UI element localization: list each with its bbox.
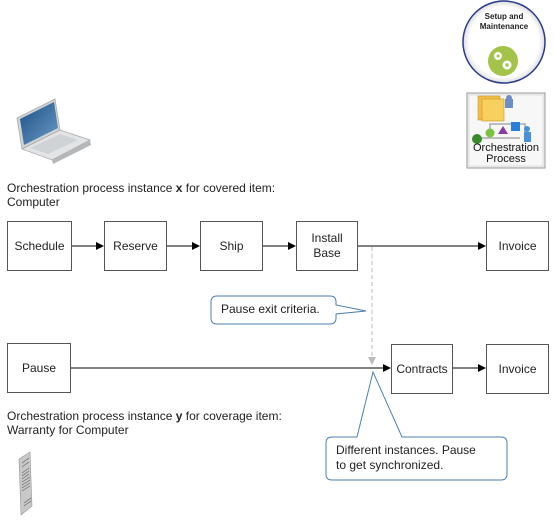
step-invoice-x[interactable]: Invoice	[486, 221, 549, 271]
step-invoice-y[interactable]: Invoice	[486, 344, 549, 394]
step-ship[interactable]: Ship	[200, 221, 263, 271]
step-contracts[interactable]: Contracts	[391, 344, 453, 394]
instance-x-caption: Orchestration process instance x for cov…	[7, 181, 275, 209]
callout-pause-exit-text: Pause exit criteria.	[221, 302, 320, 316]
caption-prefix: Orchestration process instance	[7, 181, 176, 195]
instance-y-caption: Orchestration process instance y for cov…	[7, 409, 282, 437]
caption-prefix: Orchestration process instance	[7, 409, 176, 423]
setup-label-line1: Setup and	[484, 12, 524, 21]
caption-suffix: for coverage item:	[182, 409, 282, 423]
step-install-base[interactable]: Install Base	[296, 221, 358, 271]
callout-sync-text: Different instances. Pause to get synchr…	[336, 443, 476, 473]
step-reserve[interactable]: Reserve	[104, 221, 167, 271]
laptop-icon	[16, 98, 92, 164]
caption-suffix: for covered item:	[182, 181, 276, 195]
step-schedule[interactable]: Schedule	[7, 221, 72, 271]
callout-sync-line1: Different instances. Pause	[336, 443, 476, 457]
orchestration-process-label: Orchestration Process	[467, 143, 545, 165]
callout-sync-line2: to get synchronized.	[336, 458, 444, 472]
caption-item: Computer	[7, 195, 60, 209]
orchestration-label-line2: Process	[486, 153, 526, 165]
warranty-document-icon	[18, 451, 33, 516]
step-pause[interactable]: Pause	[7, 343, 71, 393]
caption-item: Warranty for Computer	[7, 423, 129, 437]
setup-and-maintenance-label: Setup and Maintenance	[462, 12, 546, 32]
setup-label-line2: Maintenance	[479, 22, 529, 31]
